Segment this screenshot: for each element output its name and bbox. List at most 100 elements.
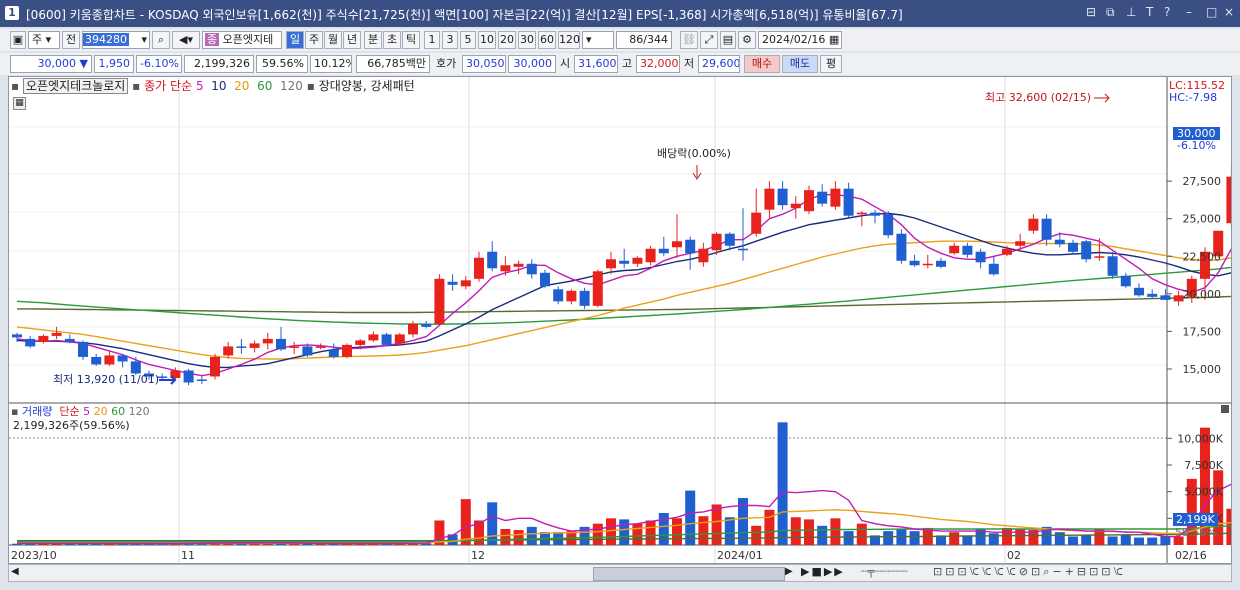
font-icon[interactable]: T (1146, 5, 1153, 19)
pane-close-icon[interactable] (1221, 405, 1229, 413)
save-icon[interactable]: ▤ (720, 31, 736, 49)
stock-name-field[interactable]: 종 오픈엣지테 (202, 31, 282, 49)
candle-body (685, 239, 696, 254)
legend-ma10[interactable]: 10 (211, 79, 226, 93)
interval-select[interactable]: ▾ (582, 31, 614, 49)
candle-body (1068, 242, 1078, 252)
candle-body (38, 335, 49, 342)
volume-ratio: 59.56% (256, 55, 308, 73)
vol-ma20[interactable]: 20 (94, 405, 108, 418)
drawing-tools[interactable]: ⊡⊡⊡⟈⟈⟈⟈⊘⊡⌕−+⊟⊡⊡⟈ (933, 565, 1126, 579)
playback-controls[interactable]: ▶■▶▶ (801, 565, 845, 578)
candle-body (51, 332, 62, 336)
scroll-right-icon[interactable]: ▶ (785, 566, 793, 577)
prev-button[interactable]: 전 (62, 31, 80, 49)
vol-ma120[interactable]: 120 (129, 405, 150, 418)
candle-body (130, 361, 141, 374)
price-tick-label: 22,500 (1183, 250, 1222, 263)
sound-icon[interactable]: ◀▾ (172, 31, 200, 49)
stock-code-input[interactable]: 394280 ▾ (82, 31, 150, 49)
candle-body (856, 212, 867, 215)
market-type-value: 주 (32, 33, 43, 46)
legend-stock-name[interactable]: 오픈엣지테크놀로지 (22, 78, 129, 94)
high-label: 고 (622, 57, 633, 70)
legend-ma120[interactable]: 120 (280, 79, 303, 93)
count-input[interactable]: 86/344 (616, 31, 672, 49)
search-icon[interactable]: ⌕ (152, 31, 170, 49)
minimize-icon[interactable]: – (1186, 5, 1192, 19)
gear-icon[interactable]: ⚙ (738, 31, 756, 49)
candles[interactable] (12, 105, 1231, 386)
volume-label[interactable]: 거래량 (22, 405, 52, 418)
quote-bar: 30,000 ▼ 1,950 -6.10% 2,199,326 59.56% 1… (0, 53, 1240, 75)
date-tick-label: 02 (1007, 549, 1021, 562)
interval-10[interactable]: 10 (478, 31, 496, 49)
period-year[interactable]: 년 (343, 31, 361, 49)
volume-bar (289, 543, 300, 545)
period-day[interactable]: 일 (286, 31, 304, 49)
sell-button[interactable]: 매도 (782, 55, 818, 73)
legend-ma5[interactable]: 5 (196, 79, 204, 93)
candle-body (592, 271, 603, 306)
interval-3[interactable]: 3 (442, 31, 458, 49)
volume-bar (1160, 536, 1171, 545)
scroll-left-icon[interactable]: ◀ (11, 566, 19, 577)
legend-ma60[interactable]: 60 (257, 79, 272, 93)
grid-toggle-icon[interactable]: ▦ (13, 97, 26, 110)
chart-area[interactable]: 27,500 25,000 22,500 20,000 17,500 15,000 10,… (8, 76, 1232, 564)
interval-30[interactable]: 30 (518, 31, 536, 49)
maximize-icon[interactable]: □ (1206, 5, 1217, 19)
volume-bars[interactable] (12, 422, 1231, 545)
candle-body (1081, 241, 1092, 260)
period-month[interactable]: 월 (324, 31, 342, 49)
candle-body (500, 265, 511, 272)
chart-scrollbar[interactable]: ◀ ▶ ▶■▶▶ ┈╤┈┈┈┈┈ ⊡⊡⊡⟈⟈⟈⟈⊘⊡⌕−+⊟⊡⊡⟈ (8, 564, 1232, 582)
help-icon[interactable]: ? (1164, 5, 1170, 19)
volume-tick-label: 7,500K (1184, 459, 1223, 472)
price-tick-label: 15,000 (1183, 363, 1222, 376)
eval-button[interactable]: 평 (820, 55, 842, 73)
hc-label: HC:-7.98 (1169, 91, 1218, 104)
buy-button[interactable]: 매수 (744, 55, 780, 73)
candle-body (1160, 295, 1171, 300)
candle-body (381, 334, 392, 345)
legend-ma20[interactable]: 20 (234, 79, 249, 93)
window-title: [0600] 키움종합차트 - KOSDAQ 외국인보유[1,662(천)] 주… (26, 8, 903, 22)
interval-60[interactable]: 60 (538, 31, 556, 49)
period-minute[interactable]: 분 (364, 31, 382, 49)
layout-icon[interactable]: ▣ (10, 31, 26, 49)
chart-canvas[interactable]: 27,500 25,000 22,500 20,000 17,500 15,000 10,… (9, 77, 1231, 563)
scroll-thumb[interactable] (593, 567, 785, 581)
interval-20[interactable]: 20 (498, 31, 516, 49)
chevron-down-icon[interactable]: ▾ (141, 32, 147, 48)
interval-120[interactable]: 120 (558, 31, 580, 49)
period-tick[interactable]: 틱 (402, 31, 420, 49)
pin-icon[interactable]: ⊥ (1126, 5, 1136, 19)
interval-1[interactable]: 1 (424, 31, 440, 49)
expand-icon[interactable]: ⤢ (700, 31, 718, 49)
market-type-select[interactable]: 주 ▾ (28, 31, 60, 49)
interval-5[interactable]: 5 (460, 31, 476, 49)
count-value: 86 (629, 33, 644, 46)
link-icon[interactable]: ⊟ (1086, 5, 1096, 19)
volume-bar (698, 516, 709, 545)
vol-ma5[interactable]: 5 (83, 405, 90, 418)
change-pct: -6.10% (136, 55, 182, 73)
vol-ma60[interactable]: 60 (111, 405, 125, 418)
period-week[interactable]: 주 (305, 31, 323, 49)
legend-pattern: 장대양봉, 강세패턴 (318, 79, 415, 93)
volume-ma-prefix: 단순 (59, 405, 80, 418)
link-chain-icon[interactable]: ⛓ (680, 31, 698, 49)
close-icon[interactable]: × (1224, 5, 1234, 19)
date-input[interactable]: 2024/02/16 ▦ (758, 31, 842, 49)
period-second[interactable]: 초 (383, 31, 401, 49)
restore-icon[interactable]: ⧉ (1106, 5, 1115, 20)
title-bar: 1 [0600] 키움종합차트 - KOSDAQ 외국인보유[1,662(천)]… (0, 0, 1240, 27)
volume-bar (632, 523, 643, 545)
calendar-icon[interactable]: ▦ (829, 33, 839, 46)
candle-body (672, 241, 682, 248)
volume-bar (790, 517, 801, 545)
annotations: 최고 32,600 (02/15) 최저 13,920 (11/01) 배당락(0.… (53, 91, 1110, 386)
date-axis: 2023/10 11 12 2024/01 02 02/16 (11, 549, 1207, 562)
zoom-slider[interactable]: ┈╤┈┈┈┈┈ (861, 565, 907, 578)
